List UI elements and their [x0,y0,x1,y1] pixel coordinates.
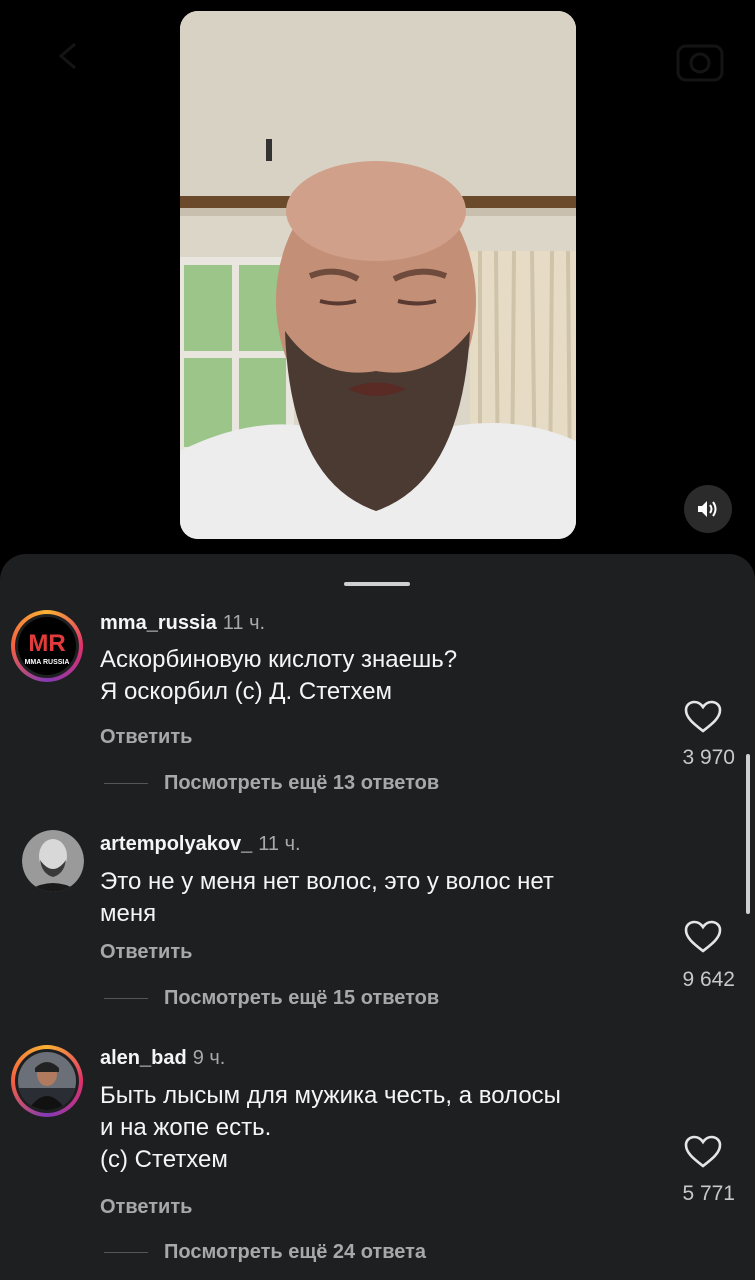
like-count: 5 771 [682,1182,735,1205]
avatar[interactable] [22,830,84,892]
comment-line: и на жопе есть. [100,1114,272,1141]
svg-text:MR: MR [28,630,65,657]
comment-line: Я оскорбил (с) Д. Стетхем [100,678,393,705]
reply-button[interactable]: Ответить [100,1196,192,1219]
username[interactable]: alen_bad [100,1047,187,1069]
sheet-grabber-handle[interactable] [344,582,410,586]
comment-line: Быть лысым для мужика честь, а волосы [100,1082,561,1109]
video-frame-image [180,11,576,539]
view-more-replies-label: Посмотреть ещё 15 ответов [164,987,440,1009]
heart-icon[interactable] [684,920,722,954]
user-photo-icon [22,830,84,892]
view-more-replies-button[interactable]: Посмотреть ещё 15 ответов [104,987,439,1010]
heart-icon[interactable] [684,1135,722,1169]
username[interactable]: mma_russia [100,612,217,634]
divider [104,998,148,1000]
timestamp: 11 ч. [258,833,301,855]
sound-toggle-button[interactable] [684,485,732,533]
view-more-replies-button[interactable]: Посмотреть ещё 24 ответа [104,1241,426,1264]
comment-text: Быть лысым для мужика честь, а волосы и … [100,1080,660,1176]
view-more-replies-label: Посмотреть ещё 13 ответов [164,772,440,794]
back-arrow-icon[interactable] [55,42,83,70]
reply-button[interactable]: Ответить [100,726,192,749]
video-player[interactable] [180,11,576,539]
like-count: 3 970 [682,746,735,769]
comment-meta: mma_russia 11 ч. [100,611,265,635]
view-more-replies-label: Посмотреть ещё 24 ответа [164,1241,427,1263]
timestamp: 9 ч. [192,1047,226,1069]
avatar[interactable]: MR MMA RUSSIA [11,610,83,682]
comment-meta: artempolyakov_ 11 ч. [100,832,301,856]
mma-russia-logo-icon: MR MMA RUSSIA [18,617,76,675]
comment-line: (с) Стетхем [100,1146,228,1173]
camera-icon[interactable] [676,38,724,82]
like-count: 9 642 [682,968,735,991]
comment-line: Аскорбиновую кислоту знаешь? [100,646,458,673]
comment-line: Это не у меня нет волос, это у волос нет [100,868,554,895]
timestamp: 11 ч. [222,612,266,634]
divider [104,783,148,785]
view-more-replies-button[interactable]: Посмотреть ещё 13 ответов [104,772,439,795]
comment-text: Аскорбиновую кислоту знаешь? Я оскорбил … [100,644,660,708]
heart-icon[interactable] [684,700,722,734]
avatar[interactable] [11,1045,83,1117]
scrollbar[interactable] [746,754,750,914]
comment-text: Это не у меня нет волос, это у волос нет… [100,866,660,930]
username[interactable]: artempolyakov_ [100,833,252,855]
speaker-icon [698,501,717,517]
divider [104,1252,148,1254]
comment-line: меня [100,900,157,927]
comment-meta: alen_bad 9 ч. [100,1046,225,1070]
comments-sheet: MR MMA RUSSIA mma_russia 11 ч. Аскорбинов… [0,554,755,1280]
svg-text:MMA RUSSIA: MMA RUSSIA [25,659,70,666]
user-photo-icon [18,1052,76,1110]
reply-button[interactable]: Ответить [100,941,192,964]
